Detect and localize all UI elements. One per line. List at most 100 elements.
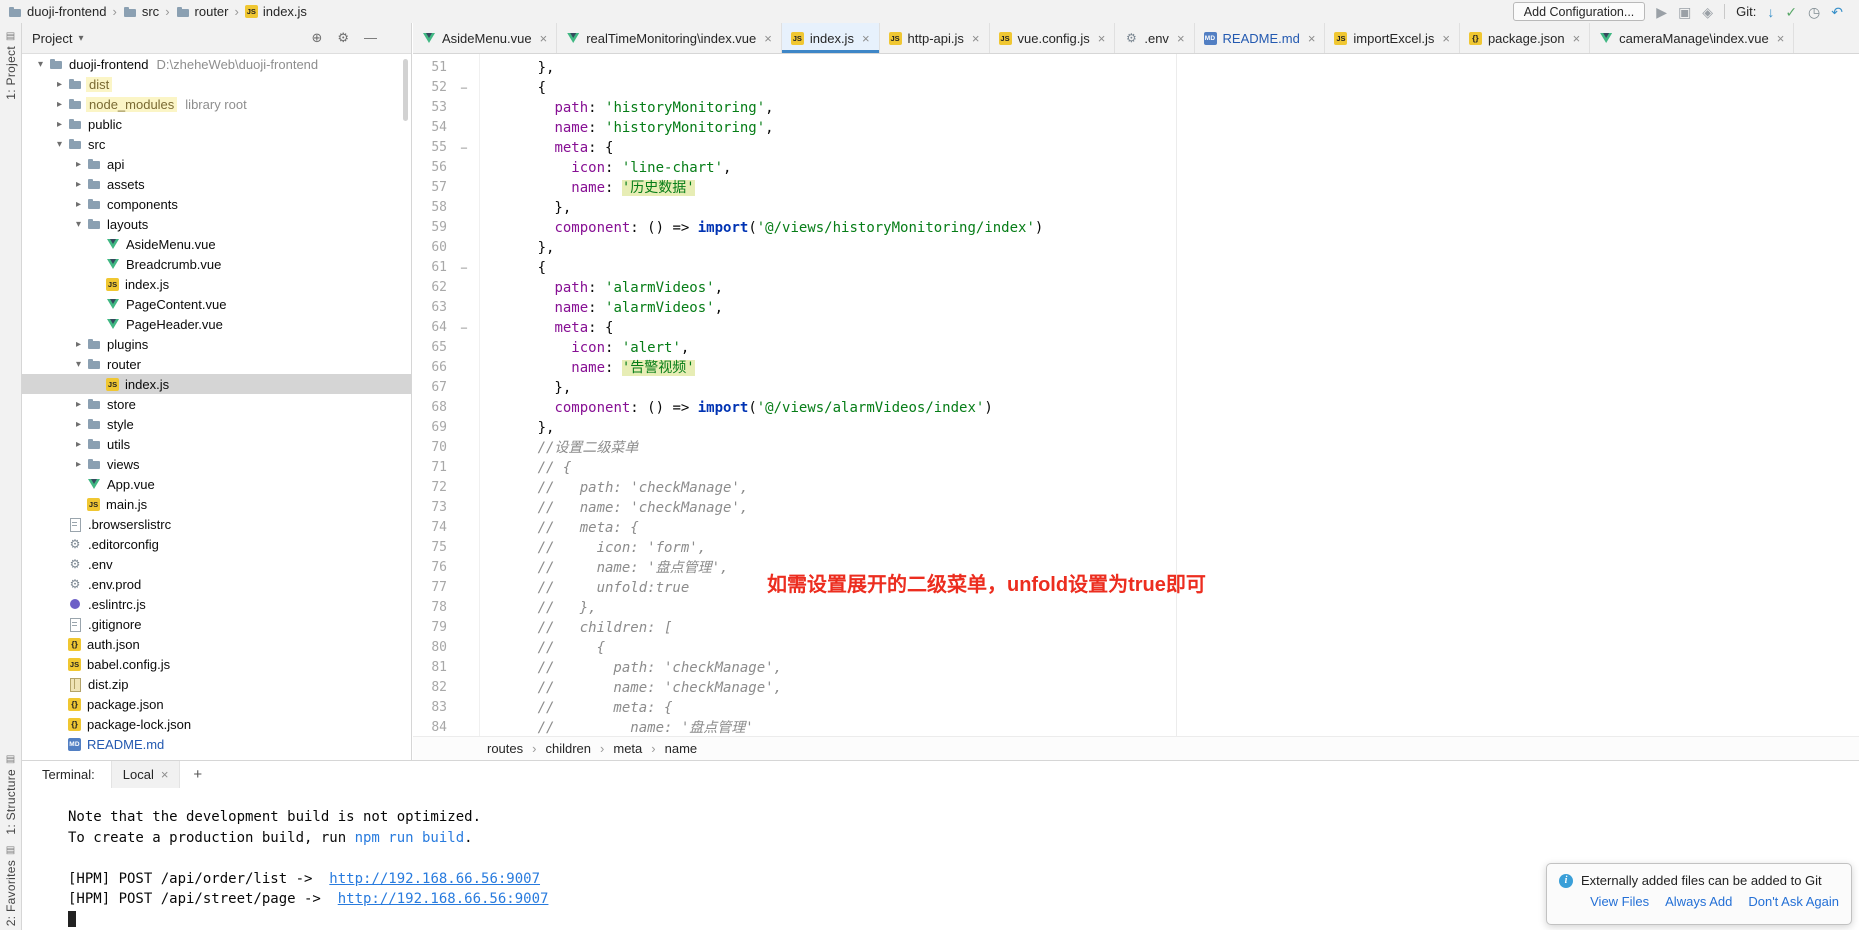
tree-item[interactable]: {}package-lock.json — [22, 714, 411, 734]
history-icon[interactable]: ◷ — [1808, 5, 1820, 19]
tree-item[interactable]: ▸style — [22, 414, 411, 434]
tree-item[interactable]: ▸utils — [22, 434, 411, 454]
fold-marker-icon[interactable]: − — [455, 138, 473, 158]
editor-tab[interactable]: cameraManage\index.vue× — [1590, 23, 1794, 53]
expand-chevron-icon[interactable]: ▸ — [70, 179, 87, 190]
tree-item[interactable]: App.vue — [22, 474, 411, 494]
close-tab-icon[interactable]: × — [764, 31, 772, 46]
hide-panel-icon[interactable]: — — [364, 30, 377, 46]
editor-tab[interactable]: JSindex.js× — [782, 23, 880, 53]
tree-item[interactable]: ▸plugins — [22, 334, 411, 354]
expand-chevron-icon[interactable]: ▸ — [70, 459, 87, 470]
close-icon[interactable]: × — [161, 767, 169, 782]
tree-item[interactable]: {}auth.json — [22, 634, 411, 654]
tree-item[interactable]: ▾router — [22, 354, 411, 374]
expand-chevron-icon[interactable]: ▸ — [70, 399, 87, 410]
terminal-tab-local[interactable]: Local × — [111, 761, 181, 788]
add-configuration-button[interactable]: Add Configuration... — [1513, 2, 1646, 21]
close-tab-icon[interactable]: × — [1573, 31, 1581, 46]
new-terminal-icon[interactable]: + — [193, 766, 202, 783]
tree-item[interactable]: ▸components — [22, 194, 411, 214]
tree-item[interactable]: ▸node_moduleslibrary root — [22, 94, 411, 114]
editor-tab[interactable]: realTimeMonitoring\index.vue× — [557, 23, 782, 53]
fold-marker-icon[interactable]: − — [455, 318, 473, 338]
tree-item[interactable]: ▾src — [22, 134, 411, 154]
tree-item[interactable]: .gitignore — [22, 614, 411, 634]
breadcrumb-item[interactable]: router — [176, 4, 229, 19]
editor-tab[interactable]: ⚙.env× — [1115, 23, 1194, 53]
notification-action[interactable]: View Files — [1590, 894, 1649, 909]
git-commit-icon[interactable]: ✓ — [1785, 5, 1797, 19]
close-tab-icon[interactable]: × — [862, 31, 870, 46]
close-tab-icon[interactable]: × — [972, 31, 980, 46]
editor-tab[interactable]: MDREADME.md× — [1195, 23, 1326, 53]
terminal-link[interactable]: http://192.168.66.56:9007 — [338, 891, 549, 907]
tree-item[interactable]: MDREADME.md — [22, 734, 411, 754]
code-editor[interactable]: 51 },52− {53 path: 'historyMonitoring',5… — [413, 54, 1859, 736]
tree-item[interactable]: ⚙.env.prod — [22, 574, 411, 594]
breadcrumb-item[interactable]: children — [545, 741, 591, 756]
tool-window-project[interactable]: ▤1: Project — [0, 31, 21, 100]
breadcrumb-item[interactable]: duoji-frontend — [8, 4, 107, 19]
expand-chevron-icon[interactable]: ▸ — [51, 99, 68, 110]
editor-tab[interactable]: {}package.json× — [1460, 23, 1590, 53]
chevron-down-icon[interactable]: ▾ — [78, 33, 83, 44]
tree-item[interactable]: JSmain.js — [22, 494, 411, 514]
tree-item[interactable]: .eslintrc.js — [22, 594, 411, 614]
tree-item[interactable]: JSbabel.config.js — [22, 654, 411, 674]
close-tab-icon[interactable]: × — [1442, 31, 1450, 46]
expand-chevron-icon[interactable]: ▸ — [51, 119, 68, 130]
tree-item[interactable]: ▾duoji-frontendD:\zheheWeb\duoji-fronten… — [22, 54, 411, 74]
notification-action[interactable]: Don't Ask Again — [1748, 894, 1839, 909]
breadcrumb-item[interactable]: routes — [487, 741, 523, 756]
git-update-icon[interactable]: ↓ — [1767, 5, 1774, 19]
tree-item[interactable]: Breadcrumb.vue — [22, 254, 411, 274]
expand-chevron-icon[interactable]: ▸ — [70, 199, 87, 210]
tree-item[interactable]: ▸public — [22, 114, 411, 134]
tree-item[interactable]: ▸store — [22, 394, 411, 414]
tree-item[interactable]: ▾layouts — [22, 214, 411, 234]
fold-marker-icon[interactable]: − — [455, 78, 473, 98]
tree-item[interactable]: dist.zip — [22, 674, 411, 694]
expand-chevron-icon[interactable]: ▸ — [70, 439, 87, 450]
debug-icon[interactable]: ▣ — [1678, 5, 1691, 19]
breadcrumb-item[interactable]: JSindex.js — [245, 4, 307, 19]
fold-marker-icon[interactable]: − — [455, 258, 473, 278]
close-tab-icon[interactable]: × — [1777, 31, 1785, 46]
collapse-chevron-icon[interactable]: ▾ — [70, 219, 87, 230]
tree-item[interactable]: PageContent.vue — [22, 294, 411, 314]
project-panel-title[interactable]: Project — [32, 31, 72, 46]
breadcrumb-item[interactable]: meta — [613, 741, 642, 756]
collapse-chevron-icon[interactable]: ▾ — [32, 59, 49, 70]
expand-chevron-icon[interactable]: ▸ — [70, 159, 87, 170]
editor-tab[interactable]: JSvue.config.js× — [990, 23, 1116, 53]
terminal-link[interactable]: http://192.168.66.56:9007 — [329, 871, 540, 887]
tree-item[interactable]: JSindex.js — [22, 374, 411, 394]
settings-icon[interactable]: ⚙ — [337, 30, 349, 46]
editor-tab[interactable]: JShttp-api.js× — [880, 23, 990, 53]
tree-item[interactable]: PageHeader.vue — [22, 314, 411, 334]
editor-tab[interactable]: JSimportExcel.js× — [1325, 23, 1460, 53]
tool-window-structure[interactable]: ▤1: Structure — [0, 754, 21, 835]
tool-window-favorites[interactable]: ▤2: Favorites — [0, 845, 21, 926]
scrollbar-thumb[interactable] — [403, 59, 408, 121]
breadcrumb-item[interactable]: name — [665, 741, 698, 756]
tree-item[interactable]: ▸dist — [22, 74, 411, 94]
expand-chevron-icon[interactable]: ▸ — [70, 419, 87, 430]
close-tab-icon[interactable]: × — [1308, 31, 1316, 46]
notification-action[interactable]: Always Add — [1665, 894, 1732, 909]
expand-chevron-icon[interactable]: ▸ — [70, 339, 87, 350]
tree-item[interactable]: {}package.json — [22, 694, 411, 714]
editor-tab[interactable]: AsideMenu.vue× — [413, 23, 557, 53]
tree-item[interactable]: ▸api — [22, 154, 411, 174]
tree-item[interactable]: AsideMenu.vue — [22, 234, 411, 254]
tree-item[interactable]: ⚙.env — [22, 554, 411, 574]
collapse-chevron-icon[interactable]: ▾ — [51, 139, 68, 150]
expand-chevron-icon[interactable]: ▸ — [51, 79, 68, 90]
close-tab-icon[interactable]: × — [540, 31, 548, 46]
tree-item[interactable]: ▸views — [22, 454, 411, 474]
coverage-icon[interactable]: ◈ — [1702, 5, 1713, 19]
rollback-icon[interactable]: ↶ — [1831, 5, 1843, 19]
collapse-chevron-icon[interactable]: ▾ — [70, 359, 87, 370]
tree-item[interactable]: JSindex.js — [22, 274, 411, 294]
